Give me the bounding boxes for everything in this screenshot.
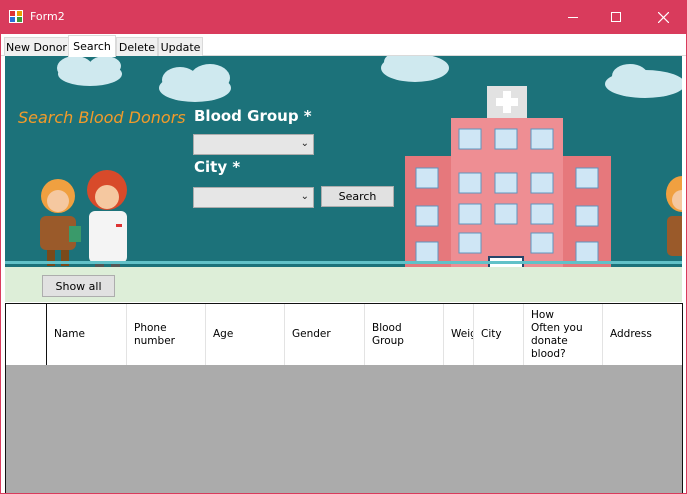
nurse-character [87,170,127,267]
search-button[interactable]: Search [321,186,394,207]
blood-group-select[interactable]: ⌄ [193,134,314,155]
chevron-down-icon: ⌄ [300,138,309,149]
tab-strip: New Donor Search Delete Update [1,34,686,57]
title-bar: Form2 [0,0,687,34]
close-button[interactable] [640,0,686,34]
column-header-address[interactable]: Address [603,304,682,365]
tab-new-donor[interactable]: New Donor [4,37,69,56]
column-header-city[interactable]: City [474,304,524,365]
minimize-button[interactable] [550,0,596,34]
column-header-donation-frequency[interactable]: How Often you donate blood? [524,304,603,365]
maximize-button[interactable] [593,0,639,34]
city-label: City * [194,158,241,176]
column-header-phone[interactable]: Phone number [127,304,206,365]
show-all-button[interactable]: Show all [42,275,115,297]
partial-character [666,176,682,256]
hospital-scene-illustration [40,56,682,267]
blood-group-label: Blood Group * [194,107,312,125]
column-header-blood-group[interactable]: Blood Group [365,304,444,365]
cloud-icon [57,56,682,102]
banner-ground-line [5,261,682,264]
column-header-age[interactable]: Age [206,304,285,365]
donor-results-grid[interactable]: Name Phone number Age Gender Blood Group… [5,303,683,493]
grid-header-row: Name Phone number Age Gender Blood Group… [6,304,682,365]
hospital-building [405,86,611,267]
maximize-icon [611,12,621,22]
tab-delete[interactable]: Delete [116,37,158,56]
app-icon [9,10,23,23]
city-select[interactable]: ⌄ [193,187,314,208]
column-header-gender[interactable]: Gender [285,304,365,365]
close-icon [657,11,669,23]
search-heading: Search Blood Donors [18,108,186,127]
patient-character [40,179,81,266]
column-header-weight[interactable]: Weig [444,304,474,365]
minimize-icon [568,16,578,18]
tab-search[interactable]: Search [68,35,116,57]
banner-illustration [5,56,682,267]
column-header-name[interactable]: Name [47,304,127,365]
window-title: Form2 [30,10,65,23]
chevron-down-icon: ⌄ [300,191,309,202]
window-border-left [0,34,1,494]
tab-update[interactable]: Update [158,37,203,56]
row-header-corner [6,304,47,365]
